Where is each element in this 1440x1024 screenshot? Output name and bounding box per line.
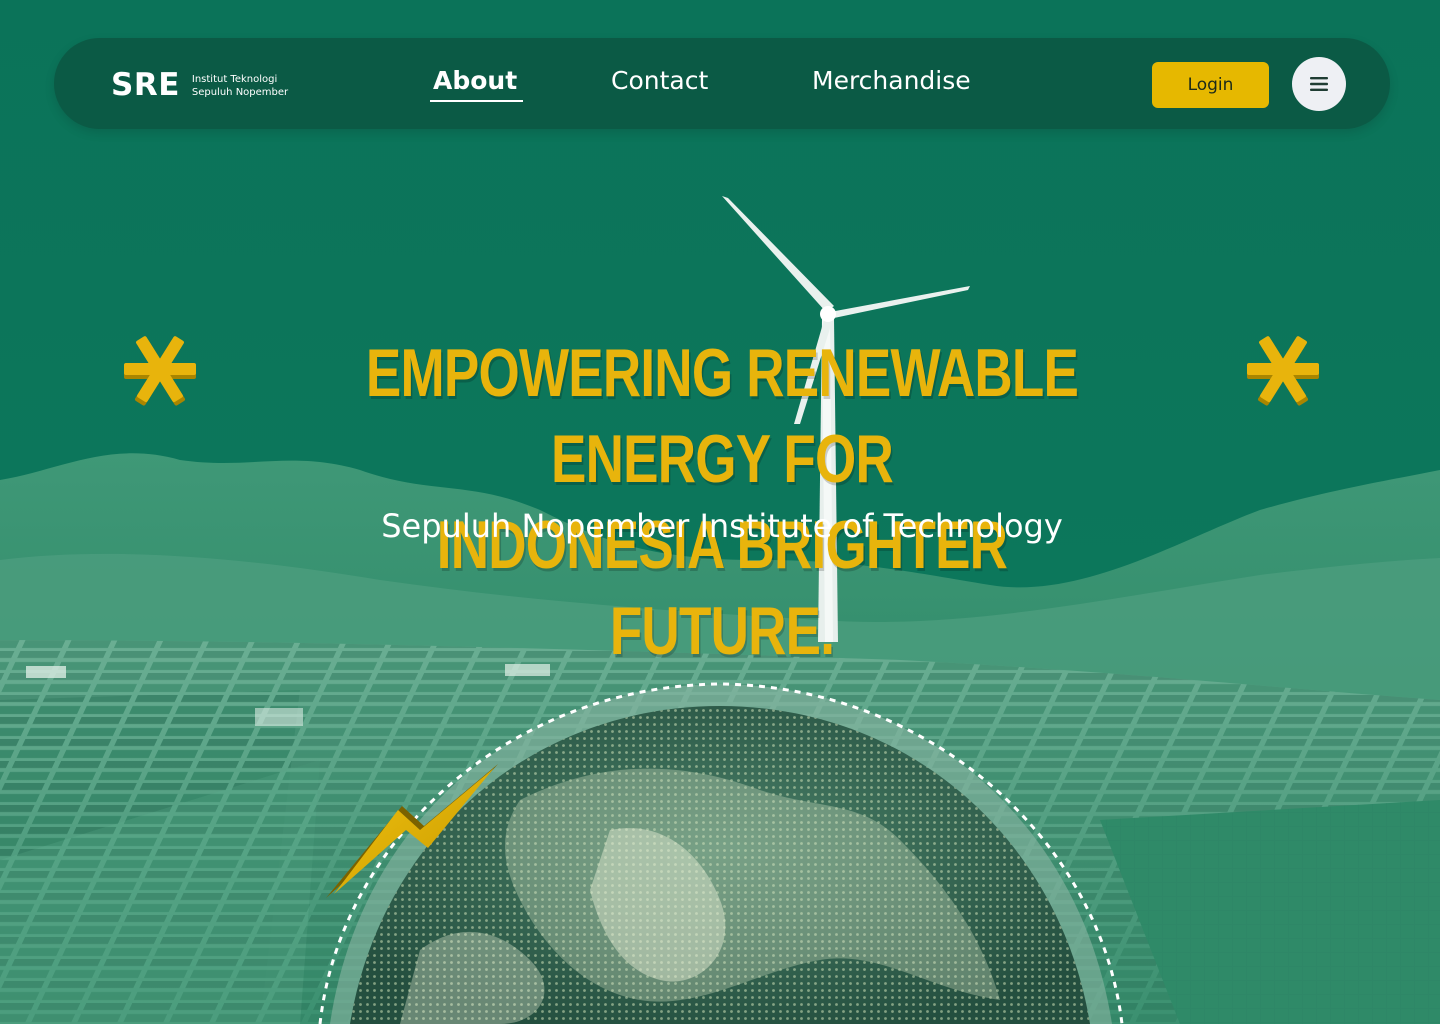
nav-link-about[interactable]: About — [429, 66, 524, 102]
logo-subtitle-line2: Sepuluh Nopember — [191, 86, 289, 98]
logo-mark: SRE — [111, 67, 180, 103]
logo-subtitle-line1: Institut Teknologi — [191, 73, 278, 85]
logo-subtitle: Institut Teknologi Sepuluh Nopember — [192, 73, 288, 99]
nav-link-merchandise[interactable]: Merchandise — [812, 66, 971, 96]
nav-link-contact[interactable]: Contact — [611, 66, 708, 96]
hero-headline: EMPOWERING RENEWABLE ENERGY FOR INDONESI… — [330, 330, 1113, 674]
asterisk-star-icon — [1247, 336, 1319, 406]
top-navbar: SRE Institut Teknologi Sepuluh Nopember … — [54, 38, 1390, 129]
hero-headline-line1: EMPOWERING RENEWABLE ENERGY FOR — [365, 335, 1079, 497]
brand-logo[interactable]: SRE Institut Teknologi Sepuluh Nopember — [111, 70, 288, 101]
asterisk-star-icon — [124, 336, 196, 406]
hero-subheadline: Sepuluh Nopember Institute of Technology — [381, 507, 1063, 545]
login-button[interactable]: Login — [1152, 62, 1269, 108]
menu-button[interactable] — [1292, 57, 1346, 111]
hamburger-icon — [1310, 77, 1328, 91]
